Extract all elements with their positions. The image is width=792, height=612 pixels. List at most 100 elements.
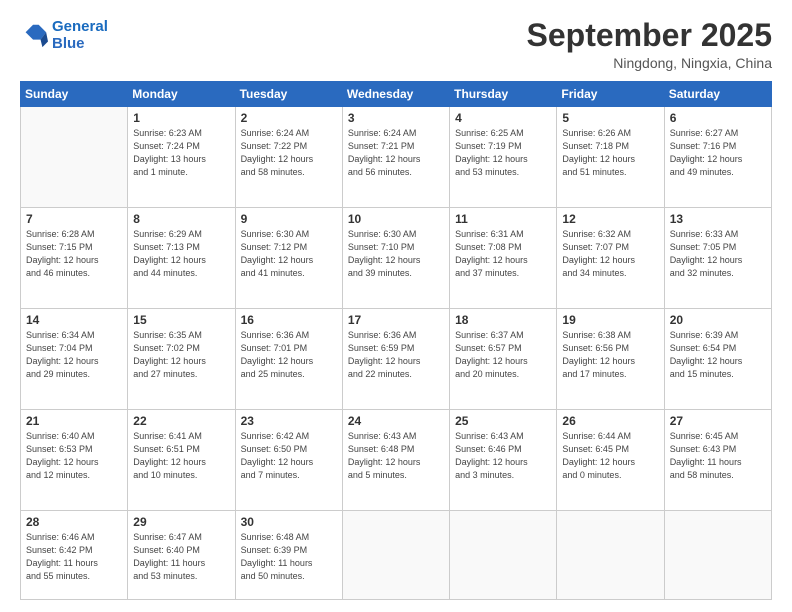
day-number: 4	[455, 111, 551, 125]
day-info: Sunrise: 6:36 AM Sunset: 6:59 PM Dayligh…	[348, 329, 444, 381]
day-number: 11	[455, 212, 551, 226]
day-info: Sunrise: 6:37 AM Sunset: 6:57 PM Dayligh…	[455, 329, 551, 381]
day-info: Sunrise: 6:26 AM Sunset: 7:18 PM Dayligh…	[562, 127, 658, 179]
day-number: 19	[562, 313, 658, 327]
calendar-cell: 21 Sunrise: 6:40 AM Sunset: 6:53 PM Dayli…	[21, 410, 128, 511]
day-number: 28	[26, 515, 122, 529]
day-info: Sunrise: 6:25 AM Sunset: 7:19 PM Dayligh…	[455, 127, 551, 179]
weekday-saturday: Saturday	[664, 82, 771, 107]
weekday-monday: Monday	[128, 82, 235, 107]
day-number: 18	[455, 313, 551, 327]
logo-text: General Blue	[52, 18, 108, 53]
day-info: Sunrise: 6:43 AM Sunset: 6:46 PM Dayligh…	[455, 430, 551, 482]
day-number: 9	[241, 212, 337, 226]
day-info: Sunrise: 6:29 AM Sunset: 7:13 PM Dayligh…	[133, 228, 229, 280]
day-info: Sunrise: 6:30 AM Sunset: 7:12 PM Dayligh…	[241, 228, 337, 280]
day-number: 22	[133, 414, 229, 428]
day-info: Sunrise: 6:48 AM Sunset: 6:39 PM Dayligh…	[241, 531, 337, 583]
calendar-cell: 16 Sunrise: 6:36 AM Sunset: 7:01 PM Dayli…	[235, 309, 342, 410]
page: General Blue September 2025 Ningdong, Ni…	[0, 0, 792, 612]
calendar-cell: 8 Sunrise: 6:29 AM Sunset: 7:13 PM Daylig…	[128, 208, 235, 309]
calendar-cell	[450, 511, 557, 600]
day-number: 24	[348, 414, 444, 428]
calendar-cell: 3 Sunrise: 6:24 AM Sunset: 7:21 PM Daylig…	[342, 107, 449, 208]
week-row-2: 7Sunrise: 6:28 AM Sunset: 7:15 PM Daylig…	[21, 208, 772, 309]
day-number: 13	[670, 212, 766, 226]
calendar-cell: 17 Sunrise: 6:36 AM Sunset: 6:59 PM Dayli…	[342, 309, 449, 410]
week-row-4: 21 Sunrise: 6:40 AM Sunset: 6:53 PM Dayli…	[21, 410, 772, 511]
day-number: 23	[241, 414, 337, 428]
calendar-cell: 24 Sunrise: 6:43 AM Sunset: 6:48 PM Dayli…	[342, 410, 449, 511]
week-row-1: 1 Sunrise: 6:23 AM Sunset: 7:24 PM Daylig…	[21, 107, 772, 208]
logo-line2: Blue	[52, 35, 85, 52]
day-number: 25	[455, 414, 551, 428]
day-info: Sunrise: 6:32 AM Sunset: 7:07 PM Dayligh…	[562, 228, 658, 280]
header: General Blue September 2025 Ningdong, Ni…	[20, 18, 772, 71]
day-info: Sunrise: 6:23 AM Sunset: 7:24 PM Dayligh…	[133, 127, 229, 179]
day-info: Sunrise: 6:40 AM Sunset: 6:53 PM Dayligh…	[26, 430, 122, 482]
day-info: Sunrise: 6:24 AM Sunset: 7:21 PM Dayligh…	[348, 127, 444, 179]
calendar-cell: 22 Sunrise: 6:41 AM Sunset: 6:51 PM Dayli…	[128, 410, 235, 511]
calendar-cell: 9 Sunrise: 6:30 AM Sunset: 7:12 PM Daylig…	[235, 208, 342, 309]
calendar-cell: 1 Sunrise: 6:23 AM Sunset: 7:24 PM Daylig…	[128, 107, 235, 208]
day-info: Sunrise: 6:30 AM Sunset: 7:10 PM Dayligh…	[348, 228, 444, 280]
weekday-thursday: Thursday	[450, 82, 557, 107]
calendar-cell	[21, 107, 128, 208]
day-number: 2	[241, 111, 337, 125]
logo-line1: General	[52, 18, 108, 35]
day-info: Sunrise: 6:43 AM Sunset: 6:48 PM Dayligh…	[348, 430, 444, 482]
calendar-cell: 11Sunrise: 6:31 AM Sunset: 7:08 PM Dayli…	[450, 208, 557, 309]
day-info: Sunrise: 6:42 AM Sunset: 6:50 PM Dayligh…	[241, 430, 337, 482]
calendar-cell: 18 Sunrise: 6:37 AM Sunset: 6:57 PM Dayli…	[450, 309, 557, 410]
day-info: Sunrise: 6:41 AM Sunset: 6:51 PM Dayligh…	[133, 430, 229, 482]
week-row-5: 28 Sunrise: 6:46 AM Sunset: 6:42 PM Dayli…	[21, 511, 772, 600]
day-number: 1	[133, 111, 229, 125]
day-number: 17	[348, 313, 444, 327]
calendar-table: SundayMondayTuesdayWednesdayThursdayFrid…	[20, 81, 772, 600]
day-info: Sunrise: 6:46 AM Sunset: 6:42 PM Dayligh…	[26, 531, 122, 583]
week-row-3: 14Sunrise: 6:34 AM Sunset: 7:04 PM Dayli…	[21, 309, 772, 410]
day-number: 29	[133, 515, 229, 529]
calendar-cell: 19 Sunrise: 6:38 AM Sunset: 6:56 PM Dayli…	[557, 309, 664, 410]
calendar-cell: 15Sunrise: 6:35 AM Sunset: 7:02 PM Dayli…	[128, 309, 235, 410]
day-number: 16	[241, 313, 337, 327]
day-number: 20	[670, 313, 766, 327]
calendar-cell: 7Sunrise: 6:28 AM Sunset: 7:15 PM Daylig…	[21, 208, 128, 309]
calendar-cell: 30 Sunrise: 6:48 AM Sunset: 6:39 PM Dayli…	[235, 511, 342, 600]
logo: General Blue	[20, 18, 108, 53]
calendar-cell	[342, 511, 449, 600]
calendar-cell: 26 Sunrise: 6:44 AM Sunset: 6:45 PM Dayli…	[557, 410, 664, 511]
calendar-cell: 5Sunrise: 6:26 AM Sunset: 7:18 PM Daylig…	[557, 107, 664, 208]
day-info: Sunrise: 6:27 AM Sunset: 7:16 PM Dayligh…	[670, 127, 766, 179]
day-number: 26	[562, 414, 658, 428]
calendar-cell: 13Sunrise: 6:33 AM Sunset: 7:05 PM Dayli…	[664, 208, 771, 309]
calendar-cell: 28 Sunrise: 6:46 AM Sunset: 6:42 PM Dayli…	[21, 511, 128, 600]
day-number: 3	[348, 111, 444, 125]
day-number: 10	[348, 212, 444, 226]
calendar-cell: 4 Sunrise: 6:25 AM Sunset: 7:19 PM Daylig…	[450, 107, 557, 208]
day-number: 8	[133, 212, 229, 226]
month-title: September 2025	[527, 18, 772, 53]
logo-icon	[20, 21, 48, 49]
calendar-cell: 2Sunrise: 6:24 AM Sunset: 7:22 PM Daylig…	[235, 107, 342, 208]
weekday-friday: Friday	[557, 82, 664, 107]
weekday-tuesday: Tuesday	[235, 82, 342, 107]
calendar-cell: 27Sunrise: 6:45 AM Sunset: 6:43 PM Dayli…	[664, 410, 771, 511]
calendar-cell	[664, 511, 771, 600]
calendar-cell	[557, 511, 664, 600]
day-number: 21	[26, 414, 122, 428]
day-number: 30	[241, 515, 337, 529]
day-number: 27	[670, 414, 766, 428]
day-info: Sunrise: 6:38 AM Sunset: 6:56 PM Dayligh…	[562, 329, 658, 381]
day-info: Sunrise: 6:36 AM Sunset: 7:01 PM Dayligh…	[241, 329, 337, 381]
day-number: 14	[26, 313, 122, 327]
calendar-cell: 23 Sunrise: 6:42 AM Sunset: 6:50 PM Dayli…	[235, 410, 342, 511]
day-info: Sunrise: 6:35 AM Sunset: 7:02 PM Dayligh…	[133, 329, 229, 381]
calendar-cell: 25 Sunrise: 6:43 AM Sunset: 6:46 PM Dayli…	[450, 410, 557, 511]
day-info: Sunrise: 6:44 AM Sunset: 6:45 PM Dayligh…	[562, 430, 658, 482]
calendar-cell: 20 Sunrise: 6:39 AM Sunset: 6:54 PM Dayli…	[664, 309, 771, 410]
day-number: 12	[562, 212, 658, 226]
day-number: 7	[26, 212, 122, 226]
day-info: Sunrise: 6:39 AM Sunset: 6:54 PM Dayligh…	[670, 329, 766, 381]
day-info: Sunrise: 6:47 AM Sunset: 6:40 PM Dayligh…	[133, 531, 229, 583]
